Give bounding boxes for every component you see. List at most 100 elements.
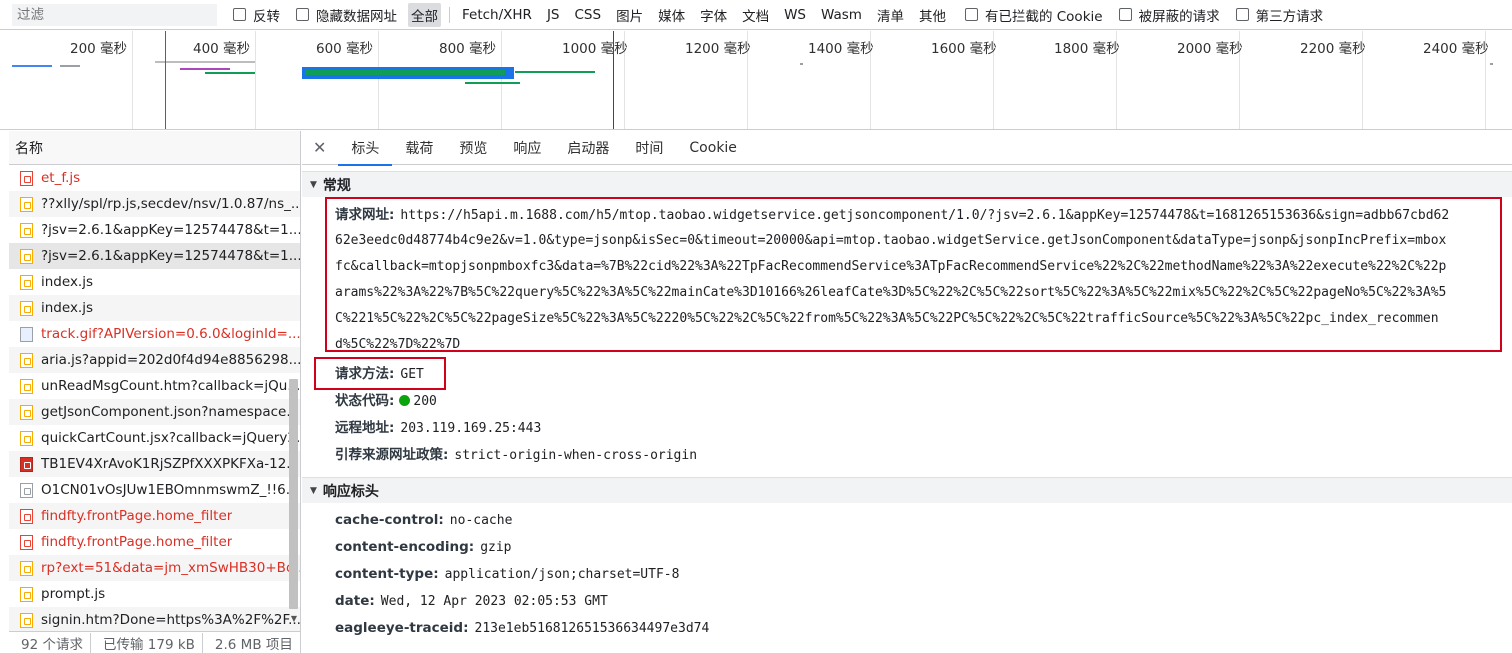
list-scrollbar-thumb[interactable] xyxy=(289,379,298,609)
tab-2[interactable]: 预览 xyxy=(446,131,500,165)
waterfall-bar xyxy=(12,65,52,67)
request-row[interactable]: O1CN01vOsJUw1EBOmnmswmZ_!!6... xyxy=(9,477,300,503)
request-row[interactable]: getJsonComponent.json?namespace... xyxy=(9,399,300,425)
request-name: index.js xyxy=(41,274,94,290)
remote-value: 203.119.169.25:443 xyxy=(400,421,542,436)
timeline-tick-label: 800 毫秒 xyxy=(439,41,497,57)
close-details-icon[interactable]: ✕ xyxy=(313,138,326,157)
header-value: 213e1eb516812651536634497e3d74 xyxy=(474,621,710,636)
checkbox-box xyxy=(296,8,309,21)
url-text: arams%22%3A%22%7B%5C%22query%5C%22%3A%5C… xyxy=(335,285,1447,300)
url-label: 请求网址: xyxy=(335,207,395,223)
request-row[interactable]: ?jsv=2.6.1&appKey=12574478&t=1... xyxy=(9,217,300,243)
request-details-pane: ✕ 标头 载荷 预览 响应 启动器 时间 Cookie ▼ 常规 请求网址: https://… xyxy=(302,131,1512,653)
blocked-requests-checkbox[interactable]: 被屏蔽的请求 xyxy=(1118,5,1220,25)
request-name: rp?ext=51&data=jm_xmSwHB30+Bo... xyxy=(41,560,300,576)
timeline-tick-label: 200 毫秒 xyxy=(70,41,128,57)
type-filter-7[interactable]: 文档 xyxy=(739,3,772,27)
request-row[interactable]: signin.htm?Done=https%3A%2F%2F... xyxy=(9,607,300,633)
file-icon xyxy=(20,456,33,472)
resources-size: 2.6 MB 项目 xyxy=(214,636,293,653)
request-row[interactable]: index.js xyxy=(9,295,300,321)
request-row[interactable]: quickCartCount.jsx?callback=jQuery2... xyxy=(9,425,300,451)
request-name: quickCartCount.jsx?callback=jQuery2... xyxy=(41,430,300,446)
third-party-checkbox[interactable]: 第三方请求 xyxy=(1235,5,1323,25)
request-row[interactable]: ??xlly/spl/rp.js,secdev/nsv/1.0.87/ns_..… xyxy=(9,191,300,217)
status-value: 200 xyxy=(413,394,437,409)
waterfall-bar xyxy=(465,82,520,84)
request-name: index.js xyxy=(41,300,94,316)
request-row[interactable]: aria.js?appid=202d0f4d94e8856298... xyxy=(9,347,300,373)
timeline-overview[interactable]: 200 毫秒 400 毫秒 600 毫秒 800 毫秒 1000 毫秒 1200 毫秒 14… xyxy=(0,31,1512,130)
request-name: track.gif?APIVersion=0.6.0&loginId=... xyxy=(41,326,300,342)
type-filter-0[interactable]: 全部 xyxy=(408,2,441,27)
request-row[interactable]: rp?ext=51&data=jm_xmSwHB30+Bo... xyxy=(9,555,300,581)
url-line: fc&callback=mtopjsonpmboxfc3&data=%7B%22… xyxy=(335,254,1495,280)
header-value: gzip xyxy=(480,540,512,555)
request-row[interactable]: TB1EV4XrAvoK1RjSZPfXXXPKFXa-12... xyxy=(9,451,300,477)
header-key: date: xyxy=(335,593,375,609)
type-filter-5[interactable]: 媒体 xyxy=(655,3,688,27)
filter-input[interactable] xyxy=(12,3,217,26)
tab-5[interactable]: 时间 xyxy=(622,131,676,165)
timeline-tick-label: 2200 毫秒 xyxy=(1300,41,1366,57)
response-header-item: eagleeye-traceid: 213e1eb5168126515366344… xyxy=(335,620,709,636)
file-icon xyxy=(20,274,33,290)
header-key: content-type: xyxy=(335,566,439,582)
tab-1[interactable]: 载荷 xyxy=(392,131,446,165)
request-row[interactable]: findfty.frontPage.home_filter xyxy=(9,529,300,555)
response-header-item: content-encoding: gzip xyxy=(335,539,512,555)
type-filter-3[interactable]: CSS xyxy=(572,5,605,25)
general-section-title: 常规 xyxy=(322,177,351,194)
tab-0[interactable]: 标头 xyxy=(338,131,393,166)
request-row[interactable]: index.js xyxy=(9,269,300,295)
network-status-bar: 92 个请求 已传输 179 kB 2.6 MB 项目 xyxy=(9,631,300,653)
timeline-gridline xyxy=(255,31,256,129)
tab-6[interactable]: Cookie xyxy=(676,131,750,165)
request-name: aria.js?appid=202d0f4d94e8856298... xyxy=(41,352,300,368)
request-row[interactable]: et_f.js xyxy=(9,165,300,191)
request-row[interactable]: ?jsv=2.6.1&appKey=12574478&t=1... xyxy=(9,243,300,269)
request-count: 92 个请求 xyxy=(9,632,91,653)
hide-data-urls-checkbox[interactable]: 隐藏数据网址 xyxy=(296,5,397,25)
request-name: prompt.js xyxy=(41,586,106,602)
request-url-block: 请求网址: https://h5api.m.1688.com/h5/mtop.ta… xyxy=(335,202,1495,358)
invert-checkbox[interactable]: 反转 xyxy=(233,5,280,25)
waterfall-bar xyxy=(305,70,505,75)
url-text: fc&callback=mtopjsonpmboxfc3&data=%7B%22… xyxy=(335,259,1447,274)
waterfall-bar xyxy=(60,65,80,67)
request-row[interactable]: track.gif?APIVersion=0.6.0&loginId=... xyxy=(9,321,300,347)
header-value: application/json;charset=UTF-8 xyxy=(444,567,680,582)
request-name: findfty.frontPage.home_filter xyxy=(41,534,233,550)
url-line: C%221%5C%22%2C%5C%22pageSize%5C%22%3A%5C… xyxy=(335,306,1495,332)
tab-3[interactable]: 响应 xyxy=(500,131,554,165)
filter-separator xyxy=(449,6,450,23)
type-filter-1[interactable]: Fetch/XHR xyxy=(459,5,535,25)
blocked-cookies-checkbox[interactable]: 有已拦截的 Cookie xyxy=(964,5,1103,25)
response-headers-section-header[interactable]: ▼ 响应标头 xyxy=(302,477,1512,503)
scroll-down-arrow-icon[interactable]: ▼ xyxy=(291,614,297,623)
type-filter-4[interactable]: 图片 xyxy=(613,3,646,27)
type-filter-8[interactable]: WS xyxy=(781,5,809,25)
waterfall-bar xyxy=(515,71,595,73)
header-key: cache-control: xyxy=(335,512,444,528)
waterfall-bar xyxy=(155,61,255,63)
request-row[interactable]: unReadMsgCount.htm?callback=jQu... xyxy=(9,373,300,399)
type-filter-11[interactable]: 其他 xyxy=(916,3,949,27)
timeline-tick-label: 1200 毫秒 xyxy=(685,41,751,57)
request-row[interactable]: findfty.frontPage.home_filter xyxy=(9,503,300,529)
file-icon xyxy=(20,482,33,498)
file-icon xyxy=(20,326,33,342)
general-section-header[interactable]: ▼ 常规 xyxy=(302,171,1512,197)
request-row[interactable]: prompt.js xyxy=(9,581,300,607)
type-filter-6[interactable]: 字体 xyxy=(697,3,730,27)
request-name: ?jsv=2.6.1&appKey=12574478&t=1... xyxy=(41,222,300,238)
type-filter-9[interactable]: Wasm xyxy=(818,5,865,25)
waterfall-bar xyxy=(205,72,255,74)
type-filter-10[interactable]: 清单 xyxy=(874,3,907,27)
tab-4[interactable]: 启动器 xyxy=(554,131,622,165)
type-filter-2[interactable]: JS xyxy=(544,5,563,25)
request-name: unReadMsgCount.htm?callback=jQu... xyxy=(41,378,300,394)
status-code: 状态代码: 200 xyxy=(335,389,437,409)
name-column-header[interactable]: 名称 xyxy=(9,131,300,165)
